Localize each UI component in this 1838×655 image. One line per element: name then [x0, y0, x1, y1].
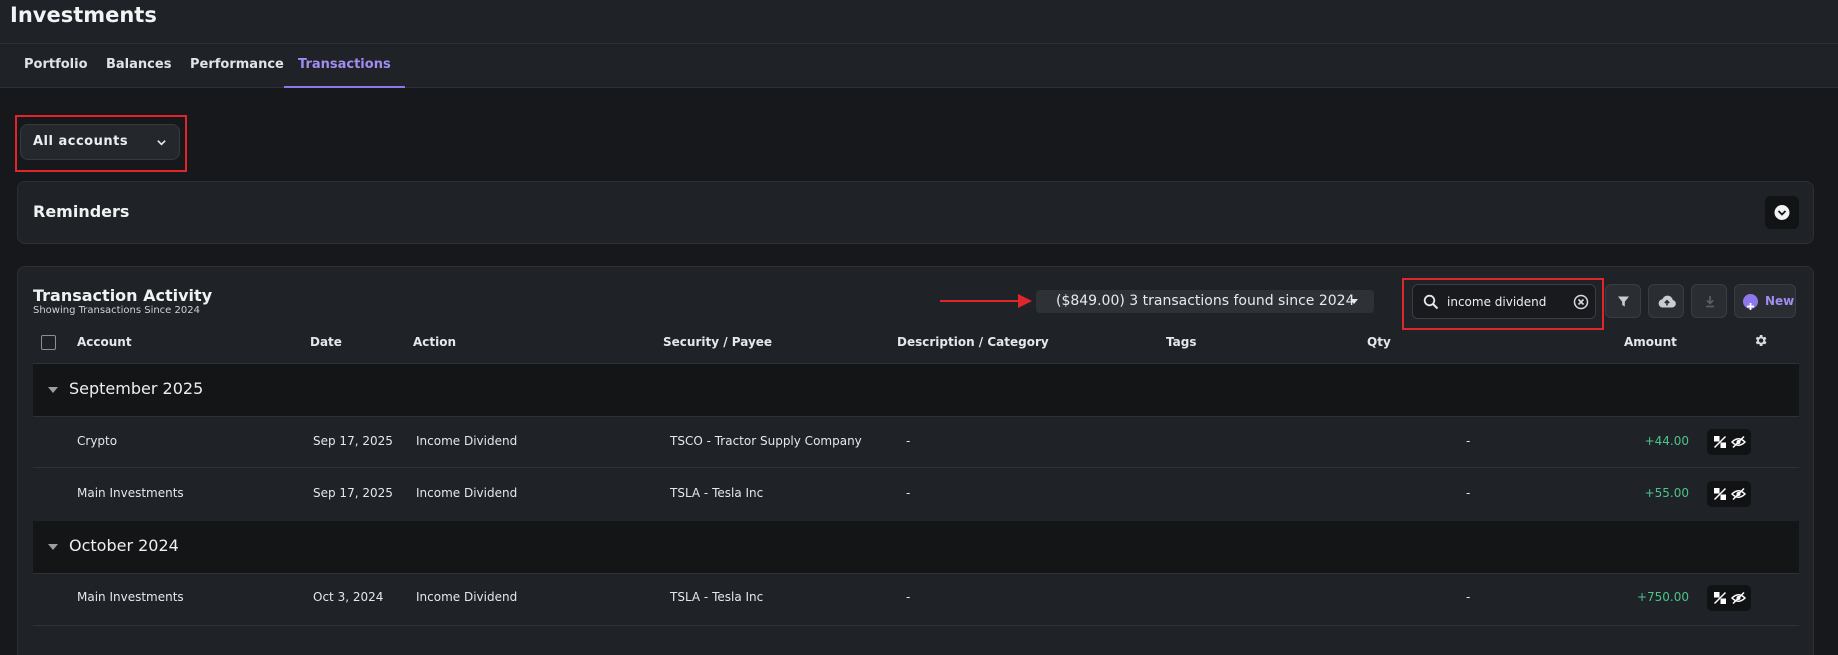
- account-select-value: All accounts: [33, 134, 129, 149]
- cell-action: Income Dividend: [416, 434, 518, 448]
- row-divider: [33, 467, 1799, 468]
- column-header-qty[interactable]: Qty: [1367, 335, 1391, 349]
- reminders-title: Reminders: [33, 202, 130, 221]
- cell-amount: +44.00: [1644, 434, 1689, 448]
- activity-subtitle: Showing Transactions Since 2024: [33, 305, 200, 316]
- filter-icon: [1618, 296, 1629, 307]
- caret-down-icon: [1350, 299, 1358, 304]
- tab-performance[interactable]: Performance: [176, 44, 298, 88]
- cell-amount: +55.00: [1644, 486, 1689, 500]
- cell-date: Oct 3, 2024: [313, 590, 384, 604]
- tab-portfolio[interactable]: Portfolio: [10, 44, 102, 88]
- filter-button[interactable]: [1605, 284, 1641, 318]
- new-transaction-button[interactable]: New: [1734, 284, 1796, 318]
- clear-icon[interactable]: [1573, 294, 1589, 310]
- cell-action: Income Dividend: [416, 590, 518, 604]
- download-icon: [1706, 296, 1714, 308]
- hide-icon[interactable]: [1731, 591, 1746, 605]
- column-header-security[interactable]: Security / Payee: [663, 335, 772, 349]
- column-header-tags[interactable]: Tags: [1166, 335, 1196, 349]
- download-button[interactable]: [1691, 284, 1727, 318]
- collapse-caret-icon: [48, 387, 58, 393]
- cell-account: Main Investments: [77, 590, 184, 604]
- hide-icon[interactable]: [1731, 435, 1746, 449]
- select-all-checkbox[interactable]: [41, 335, 56, 350]
- cell-description: -: [906, 590, 911, 604]
- cell-security: TSLA - Tesla Inc: [670, 486, 764, 500]
- activity-title: Transaction Activity: [33, 286, 213, 305]
- search-box: [1412, 284, 1596, 319]
- transactions-summary-dropdown[interactable]: ($849.00) 3 transactions found since 202…: [1036, 290, 1374, 313]
- annotation-arrow-icon: [940, 294, 1032, 308]
- summary-text: ($849.00) 3 transactions found since 202…: [1056, 293, 1355, 309]
- cell-description: -: [906, 486, 911, 500]
- column-header-date[interactable]: Date: [310, 335, 342, 349]
- tab-bar: Portfolio Balances Performance Transacti…: [0, 44, 1838, 88]
- cell-action: Income Dividend: [416, 486, 518, 500]
- chevron-down-icon: [157, 140, 166, 146]
- collapse-caret-icon: [48, 544, 58, 550]
- cell-qty: -: [1466, 434, 1471, 448]
- cell-security: TSLA - Tesla Inc: [670, 590, 764, 604]
- group-row[interactable]: October 2024: [33, 521, 1799, 573]
- group-row[interactable]: September 2025: [33, 364, 1799, 416]
- cell-qty: -: [1466, 486, 1471, 500]
- chevron-down-circle-icon: [1774, 205, 1790, 220]
- account-select[interactable]: All accounts: [20, 124, 180, 160]
- cell-qty: -: [1466, 590, 1471, 604]
- plus-circle-icon: [1743, 294, 1758, 310]
- tab-transactions[interactable]: Transactions: [284, 44, 405, 88]
- column-header-action[interactable]: Action: [413, 335, 456, 349]
- tab-balances[interactable]: Balances: [92, 44, 185, 88]
- split-icon[interactable]: [1713, 591, 1727, 605]
- row-divider: [33, 625, 1799, 626]
- cell-security: TSCO - Tractor Supply Company: [670, 434, 862, 448]
- cell-description: -: [906, 434, 911, 448]
- column-header-description[interactable]: Description / Category: [897, 335, 1049, 349]
- new-button-label: New: [1765, 294, 1795, 308]
- column-header-amount[interactable]: Amount: [1624, 335, 1677, 349]
- row-actions: [1707, 429, 1751, 455]
- group-label: September 2025: [69, 379, 204, 398]
- cell-date: Sep 17, 2025: [313, 486, 393, 500]
- cell-date: Sep 17, 2025: [313, 434, 393, 448]
- row-divider: [33, 573, 1799, 574]
- top-bar: [0, 0, 1838, 44]
- cell-account: Crypto: [77, 434, 118, 448]
- cell-amount: +750.00: [1636, 590, 1689, 604]
- upload-button[interactable]: [1648, 284, 1684, 318]
- cloud-upload-icon: [1658, 295, 1676, 308]
- page-title: Investments: [10, 3, 157, 27]
- row-actions: [1707, 481, 1751, 507]
- reminders-card: Reminders: [17, 181, 1814, 244]
- reminders-expand-button[interactable]: [1765, 196, 1799, 229]
- row-actions: [1707, 585, 1751, 611]
- row-divider: [33, 416, 1799, 417]
- search-input[interactable]: [1447, 293, 1567, 311]
- search-icon: [1423, 294, 1439, 310]
- column-header-account[interactable]: Account: [77, 335, 132, 349]
- split-icon[interactable]: [1713, 487, 1727, 501]
- cell-account: Main Investments: [77, 486, 184, 500]
- split-icon[interactable]: [1713, 435, 1727, 449]
- gear-icon[interactable]: [1753, 333, 1768, 348]
- hide-icon[interactable]: [1731, 487, 1746, 501]
- group-label: October 2024: [69, 536, 179, 555]
